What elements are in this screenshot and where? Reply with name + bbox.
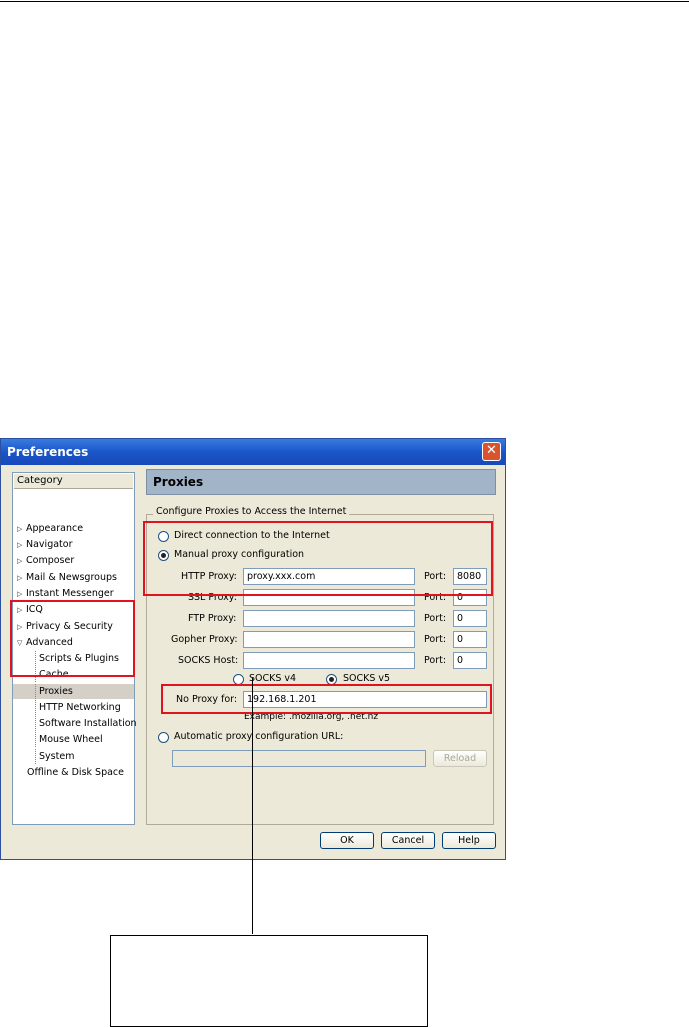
sidebar-item-mail-newsgroups[interactable]: ▷ Mail & Newsgroups [13, 570, 134, 585]
sidebar-item-label: System [39, 751, 75, 762]
expand-icon[interactable]: ▷ [17, 538, 26, 553]
gopher-port-input[interactable]: 0 [453, 631, 487, 648]
window-title: Preferences [7, 445, 89, 459]
sidebar-item-label: Appearance [26, 523, 84, 534]
gopher-proxy-input[interactable] [243, 631, 415, 648]
sidebar-item-composer[interactable]: ▷ Composer [13, 553, 134, 568]
sidebar-item-label: Proxies [39, 686, 73, 697]
sidebar-item-label: Mail & Newsgroups [26, 572, 117, 583]
close-icon: ✕ [486, 443, 497, 458]
ok-button[interactable]: OK [320, 832, 374, 849]
socks-port-input[interactable]: 0 [453, 652, 487, 669]
gopher-proxy-label: Gopher Proxy: [171, 634, 238, 645]
sidebar-item-offline-disk-space[interactable]: Offline & Disk Space [13, 765, 134, 780]
sidebar-item-software-installation[interactable]: Software Installation [13, 716, 137, 731]
auto-proxy-label[interactable]: Automatic proxy configuration URL: [174, 731, 343, 742]
callout-line [252, 678, 253, 934]
callout-box [110, 935, 428, 1027]
expand-icon[interactable]: ▷ [17, 522, 26, 537]
sidebar-item-label: Mouse Wheel [39, 734, 103, 745]
close-button[interactable]: ✕ [482, 442, 501, 461]
sidebar-item-appearance[interactable]: ▷ Appearance [13, 521, 134, 536]
socks-host-input[interactable] [243, 652, 415, 669]
ftp-port-input[interactable]: 0 [453, 610, 487, 627]
socks-v4-label[interactable]: SOCKS v4 [249, 673, 296, 684]
expand-icon[interactable]: ▷ [17, 554, 26, 569]
auto-proxy-radio[interactable] [158, 732, 169, 743]
help-button[interactable]: Help [442, 832, 496, 849]
sidebar-item-http-networking[interactable]: HTTP Networking [13, 700, 134, 715]
sidebar-item-label: Instant Messenger [26, 588, 114, 599]
highlight-advanced-proxies [10, 600, 135, 677]
highlight-manual-proxy [143, 521, 493, 596]
socks-host-label: SOCKS Host: [178, 655, 239, 666]
sidebar-item-instant-messenger[interactable]: ▷ Instant Messenger [13, 586, 134, 601]
ftp-proxy-input[interactable] [243, 610, 415, 627]
panel-title: Proxies [146, 469, 496, 495]
sidebar-item-label: Software Installation [39, 718, 137, 729]
ftp-proxy-label: FTP Proxy: [188, 613, 237, 624]
sidebar-item-system[interactable]: System [13, 749, 134, 764]
sidebar-item-label: HTTP Networking [39, 702, 121, 713]
sidebar-item-label: Offline & Disk Space [27, 767, 124, 778]
window-titlebar[interactable]: Preferences ✕ [1, 439, 505, 465]
preferences-window: Preferences ✕ Category ▷ Appearance ▷ Navi… [0, 438, 506, 860]
group-legend: Configure Proxies to Access the Internet [153, 506, 350, 517]
socks-v5-label[interactable]: SOCKS v5 [343, 673, 390, 684]
reload-button[interactable]: Reload [433, 750, 487, 767]
gopher-port-label: Port: [424, 634, 447, 645]
sidebar-item-mouse-wheel[interactable]: Mouse Wheel [13, 732, 134, 747]
auto-proxy-url-input[interactable] [172, 750, 426, 767]
sidebar-item-navigator[interactable]: ▷ Navigator [13, 537, 134, 552]
category-header[interactable]: Category [14, 474, 133, 489]
socks-port-label: Port: [424, 655, 447, 666]
highlight-no-proxy [161, 684, 492, 714]
page-top-rule [0, 1, 689, 2]
ftp-port-label: Port: [424, 613, 447, 624]
expand-icon[interactable]: ▷ [17, 571, 26, 586]
sidebar-item-proxies[interactable]: Proxies [13, 684, 134, 699]
sidebar-item-label: Composer [26, 555, 75, 566]
sidebar-item-label: Navigator [26, 539, 73, 550]
cancel-button[interactable]: Cancel [381, 832, 435, 849]
